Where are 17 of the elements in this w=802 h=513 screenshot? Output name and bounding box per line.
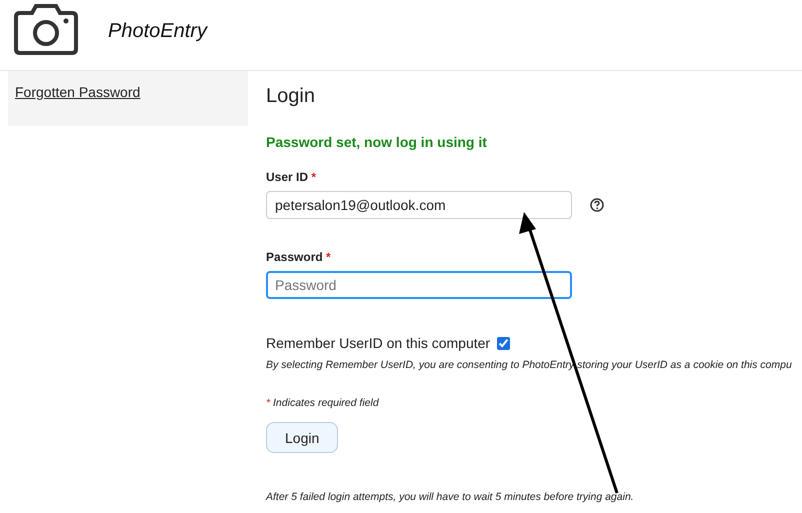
input-field[interactable]: Password <box>266 271 572 299</box>
field-label: Password * <box>266 250 332 264</box>
remember-label: Remember UserID on this computer <box>266 335 490 351</box>
success-message: Password set, now log in using it <box>266 134 488 150</box>
consent-text: By selecting Remember UserID, you are consenting to PhotoEntry storing your UserID as a cookie on this compu <box>266 359 793 371</box>
field-label: User ID * <box>266 170 318 184</box>
forgotten-password-link[interactable]: Forgotten Password <box>15 84 140 100</box>
help-icon[interactable] <box>590 198 604 212</box>
lockout-note: After 5 failed login attempts, you will have to wait 5 minutes before trying again. <box>266 491 635 503</box>
app-title: PhotoEntry <box>108 20 207 42</box>
page-heading: Login <box>266 84 316 108</box>
remember-checkbox[interactable] <box>497 336 510 350</box>
input-field[interactable]: petersalon19@outlook.com <box>266 191 572 219</box>
login-button[interactable]: Login <box>266 422 338 453</box>
camera-icon <box>14 3 78 55</box>
required-note: Indicates required field <box>273 397 379 409</box>
required-mark: * <box>266 397 270 409</box>
